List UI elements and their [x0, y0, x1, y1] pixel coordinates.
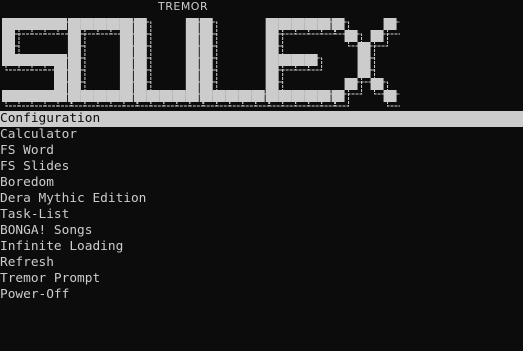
menu-item-power-off[interactable]: Power-Off: [0, 287, 523, 303]
logo-letter-l: [199, 18, 270, 107]
logo-letter-u: [133, 18, 204, 107]
menu-item-dera-mythic-edition[interactable]: Dera Mythic Edition: [0, 191, 523, 207]
menu-item-task-list[interactable]: Task-List: [0, 207, 523, 223]
menu-item-tremor-prompt[interactable]: Tremor Prompt: [0, 271, 523, 287]
soulex-logo: [0, 12, 400, 108]
menu-item-bonga-songs[interactable]: BONGA! Songs: [0, 223, 523, 239]
logo-letter-s: [2, 18, 72, 107]
menu-item-calculator[interactable]: Calculator: [0, 127, 523, 143]
logo-letter-x: [331, 18, 400, 107]
menu-item-configuration[interactable]: Configuration: [0, 111, 523, 127]
menu-item-fs-slides[interactable]: FS Slides: [0, 159, 523, 175]
menu-item-fs-word[interactable]: FS Word: [0, 143, 523, 159]
menu-item-refresh[interactable]: Refresh: [0, 255, 523, 271]
menu-item-infinite-loading[interactable]: Infinite Loading: [0, 239, 523, 255]
menu-item-boredom[interactable]: Boredom: [0, 175, 523, 191]
logo-letter-e: [265, 18, 336, 107]
soulex-logo-art: [2, 18, 400, 107]
main-menu: Configuration Calculator FS Word FS Slid…: [0, 111, 523, 303]
logo-letter-o: [67, 18, 138, 107]
